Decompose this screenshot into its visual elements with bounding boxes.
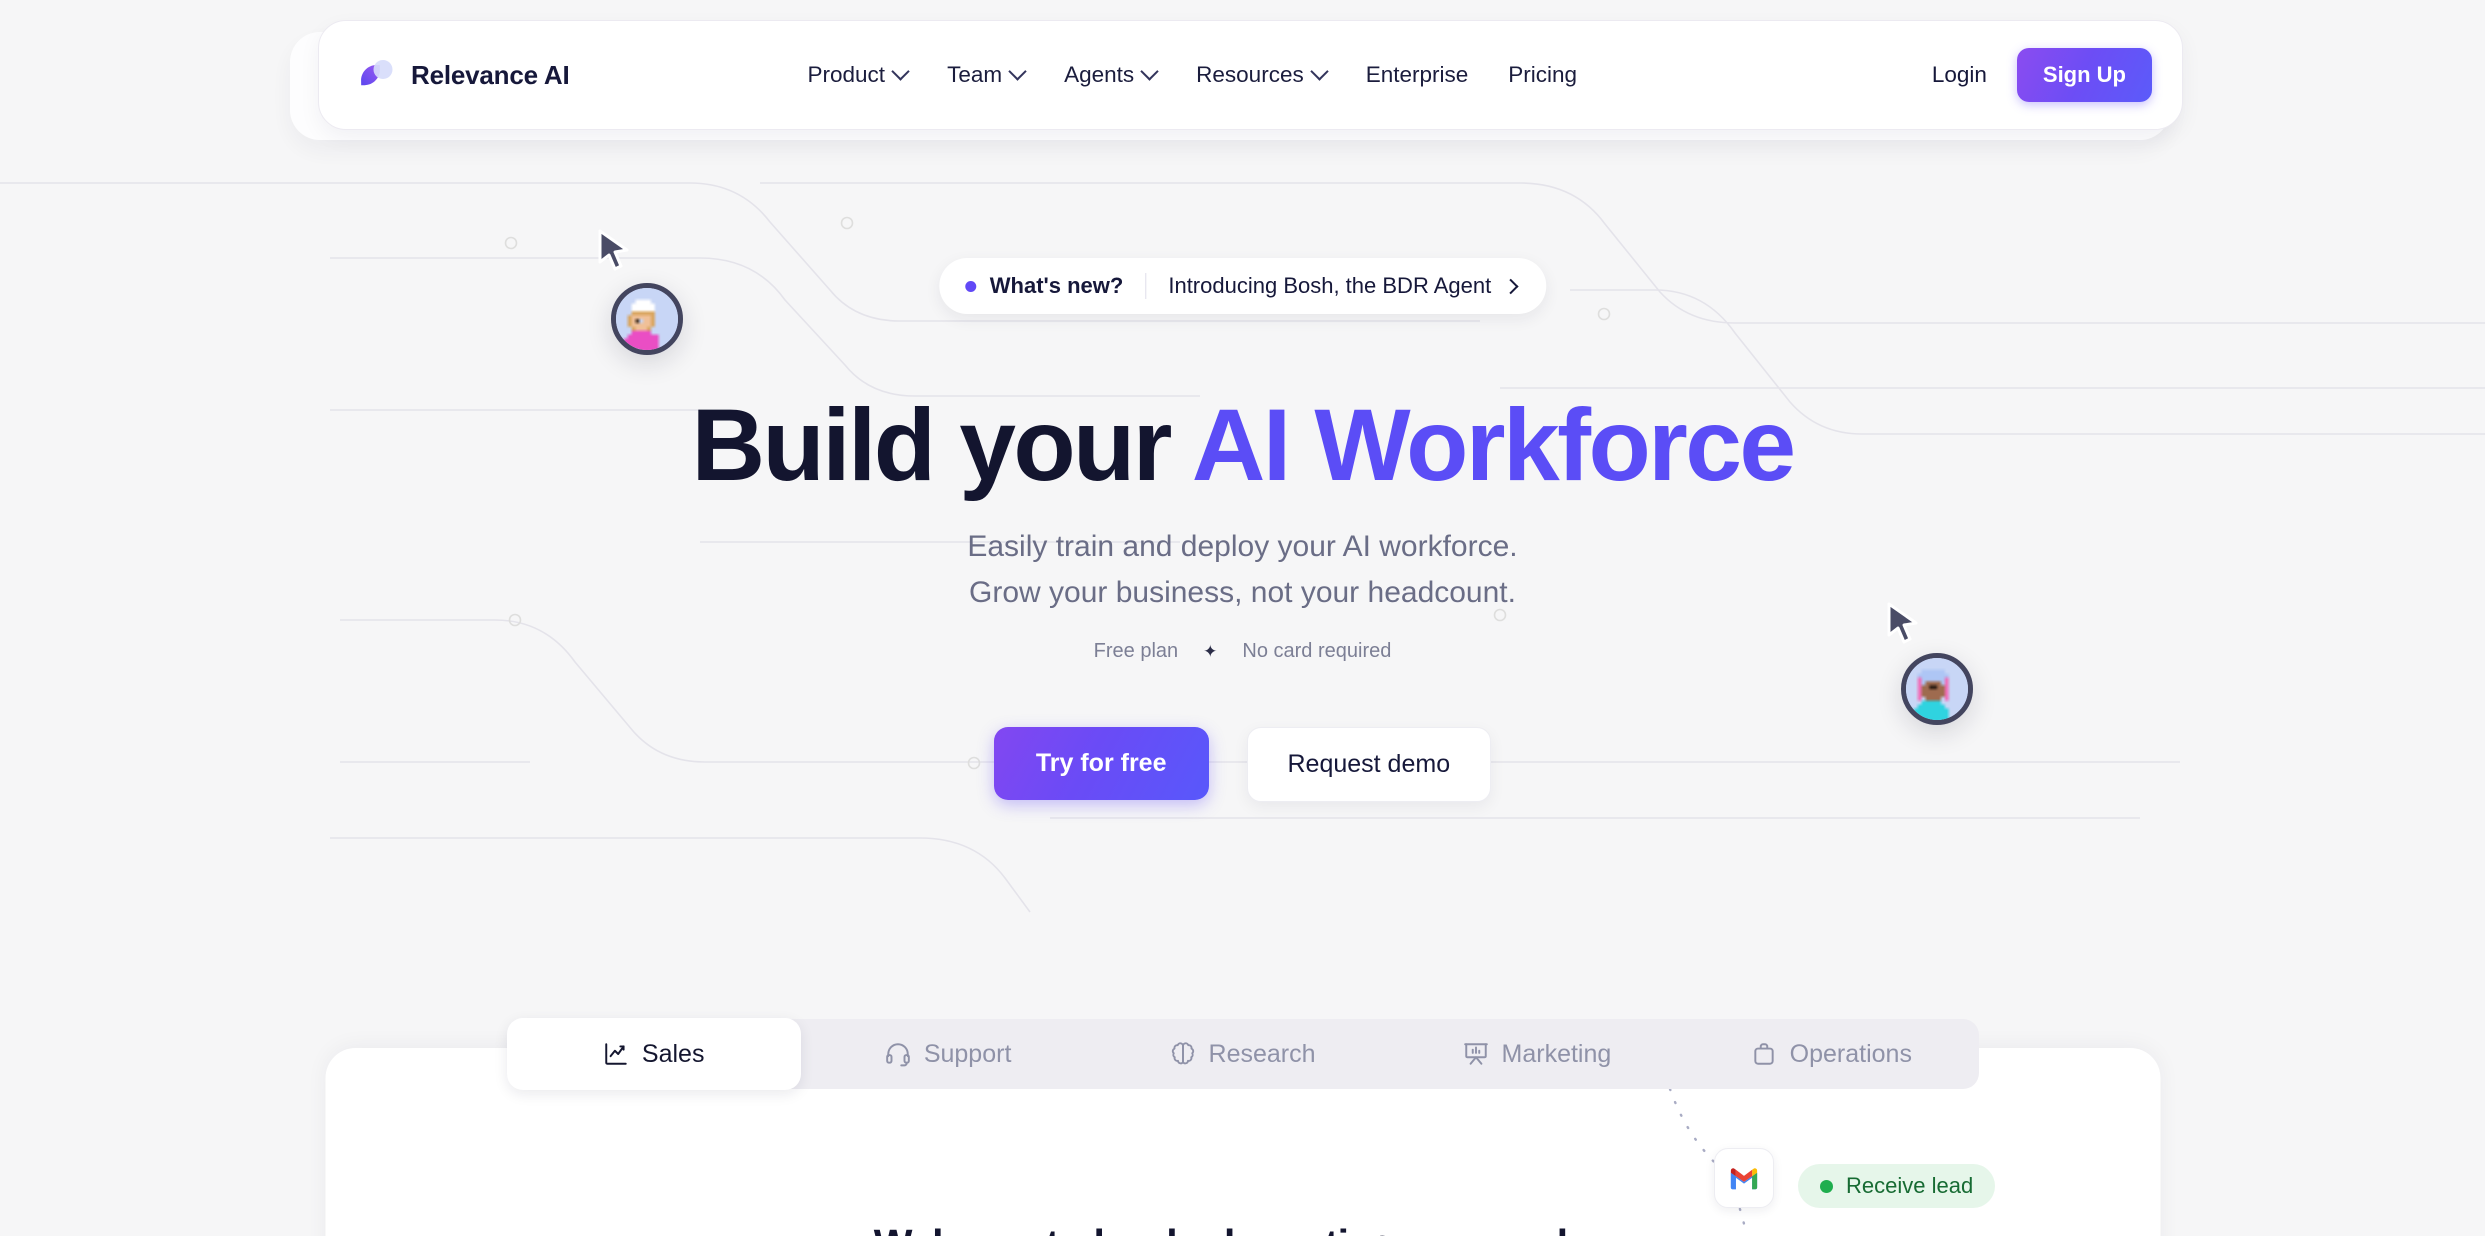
status-dot-icon (1820, 1179, 1833, 1193)
nav-label: Enterprise (1365, 62, 1469, 87)
chevron-down-icon (1310, 61, 1329, 81)
tab-label: Sales (641, 1039, 705, 1068)
tab-label: Research (1208, 1039, 1316, 1068)
hero-subtitle-line-1: Easily train and deploy your AI workforc… (967, 530, 1518, 563)
status-badge-receive-lead: Receive lead (1798, 1164, 1996, 1208)
announcement-badge-label: What's new? (989, 273, 1124, 298)
brain-icon (1171, 1042, 1194, 1065)
nav-label: Team (947, 62, 1003, 87)
gmail-node[interactable] (1714, 1148, 1774, 1208)
tab-operations[interactable]: Operations (1684, 1019, 1978, 1089)
use-case-tabs: Sales Support Research Marketing Operati… (506, 1018, 1979, 1090)
main-nav: Product Team Agents Resources Enterprise… (788, 52, 1598, 98)
hero-subtitle-line-2: Grow your business, not your headcount. (969, 575, 1516, 609)
relevance-logo-icon (357, 56, 395, 94)
status-dot-icon (964, 280, 976, 292)
plan-note: Free plan ✦ No card required (0, 640, 2485, 663)
headline-plain: Build your (691, 388, 1192, 502)
try-for-free-button[interactable]: Try for free (993, 727, 1209, 800)
line-chart-icon (605, 1043, 627, 1065)
cursor-pointer-icon (598, 229, 629, 271)
nav-item-pricing[interactable]: Pricing (1488, 52, 1597, 98)
chevron-right-icon (1502, 278, 1519, 294)
cursor-pointer-icon (1887, 602, 1918, 644)
status-badge-label: Receive lead (1846, 1173, 1974, 1198)
use-case-panel-title: Wake up to booked meetings, everyday (874, 1221, 1612, 1236)
chevron-down-icon (1140, 61, 1159, 81)
announcement-banner[interactable]: What's new? Introducing Bosh, the BDR Ag… (938, 258, 1547, 314)
nav-item-agents[interactable]: Agents (1044, 52, 1176, 98)
brand-name: Relevance AI (411, 59, 570, 90)
diamond-separator-icon: ✦ (1203, 642, 1218, 661)
nav-item-enterprise[interactable]: Enterprise (1346, 52, 1489, 98)
login-link[interactable]: Login (1932, 62, 1987, 88)
agent-avatar-pinkhair[interactable] (1901, 653, 1973, 725)
hero-subtitle: Easily train and deploy your AI workforc… (0, 524, 2485, 616)
agent-avatar-chef[interactable] (611, 283, 683, 355)
nav-label: Agents (1064, 62, 1135, 87)
tab-support[interactable]: Support (801, 1019, 1095, 1089)
nav-label: Product (807, 62, 886, 87)
page-title: Build your AI Workforce (0, 390, 2485, 500)
tab-label: Operations (1789, 1039, 1912, 1068)
tab-research[interactable]: Research (1095, 1019, 1389, 1089)
headset-icon (886, 1043, 910, 1067)
header-nav-bar: Relevance AI Product Team Agents Resourc… (318, 20, 2183, 130)
hero-cta-row: Try for free Request demo (0, 727, 2485, 802)
chevron-down-icon (1008, 61, 1027, 81)
headline-accent: AI Workforce (1191, 388, 1796, 502)
divider (1145, 273, 1147, 299)
site-header: Relevance AI Product Team Agents Resourc… (290, 20, 2195, 140)
tab-marketing[interactable]: Marketing (1390, 1019, 1684, 1089)
gmail-icon (1730, 1168, 1758, 1190)
brand-logo-link[interactable]: Relevance AI (357, 56, 570, 94)
signup-button[interactable]: Sign Up (2016, 48, 2152, 102)
tab-label: Support (923, 1039, 1012, 1068)
tab-label: Marketing (1501, 1039, 1612, 1068)
nav-item-product[interactable]: Product (788, 52, 928, 98)
briefcase-icon (1754, 1043, 1774, 1065)
request-demo-button[interactable]: Request demo (1246, 727, 1492, 802)
tab-sales[interactable]: Sales (506, 1018, 801, 1090)
presentation-chart-icon (1463, 1043, 1488, 1065)
plan-note-right: No card required (1242, 640, 1392, 662)
chevron-down-icon (891, 61, 910, 81)
nav-label: Resources (1196, 62, 1304, 87)
announcement-text: Introducing Bosh, the BDR Agent (1168, 273, 1492, 298)
nav-item-team[interactable]: Team (927, 52, 1044, 98)
header-actions: Login Sign Up (1932, 48, 2152, 102)
nav-item-resources[interactable]: Resources (1176, 52, 1346, 98)
nav-label: Pricing (1508, 62, 1578, 87)
plan-note-left: Free plan (1093, 640, 1179, 662)
